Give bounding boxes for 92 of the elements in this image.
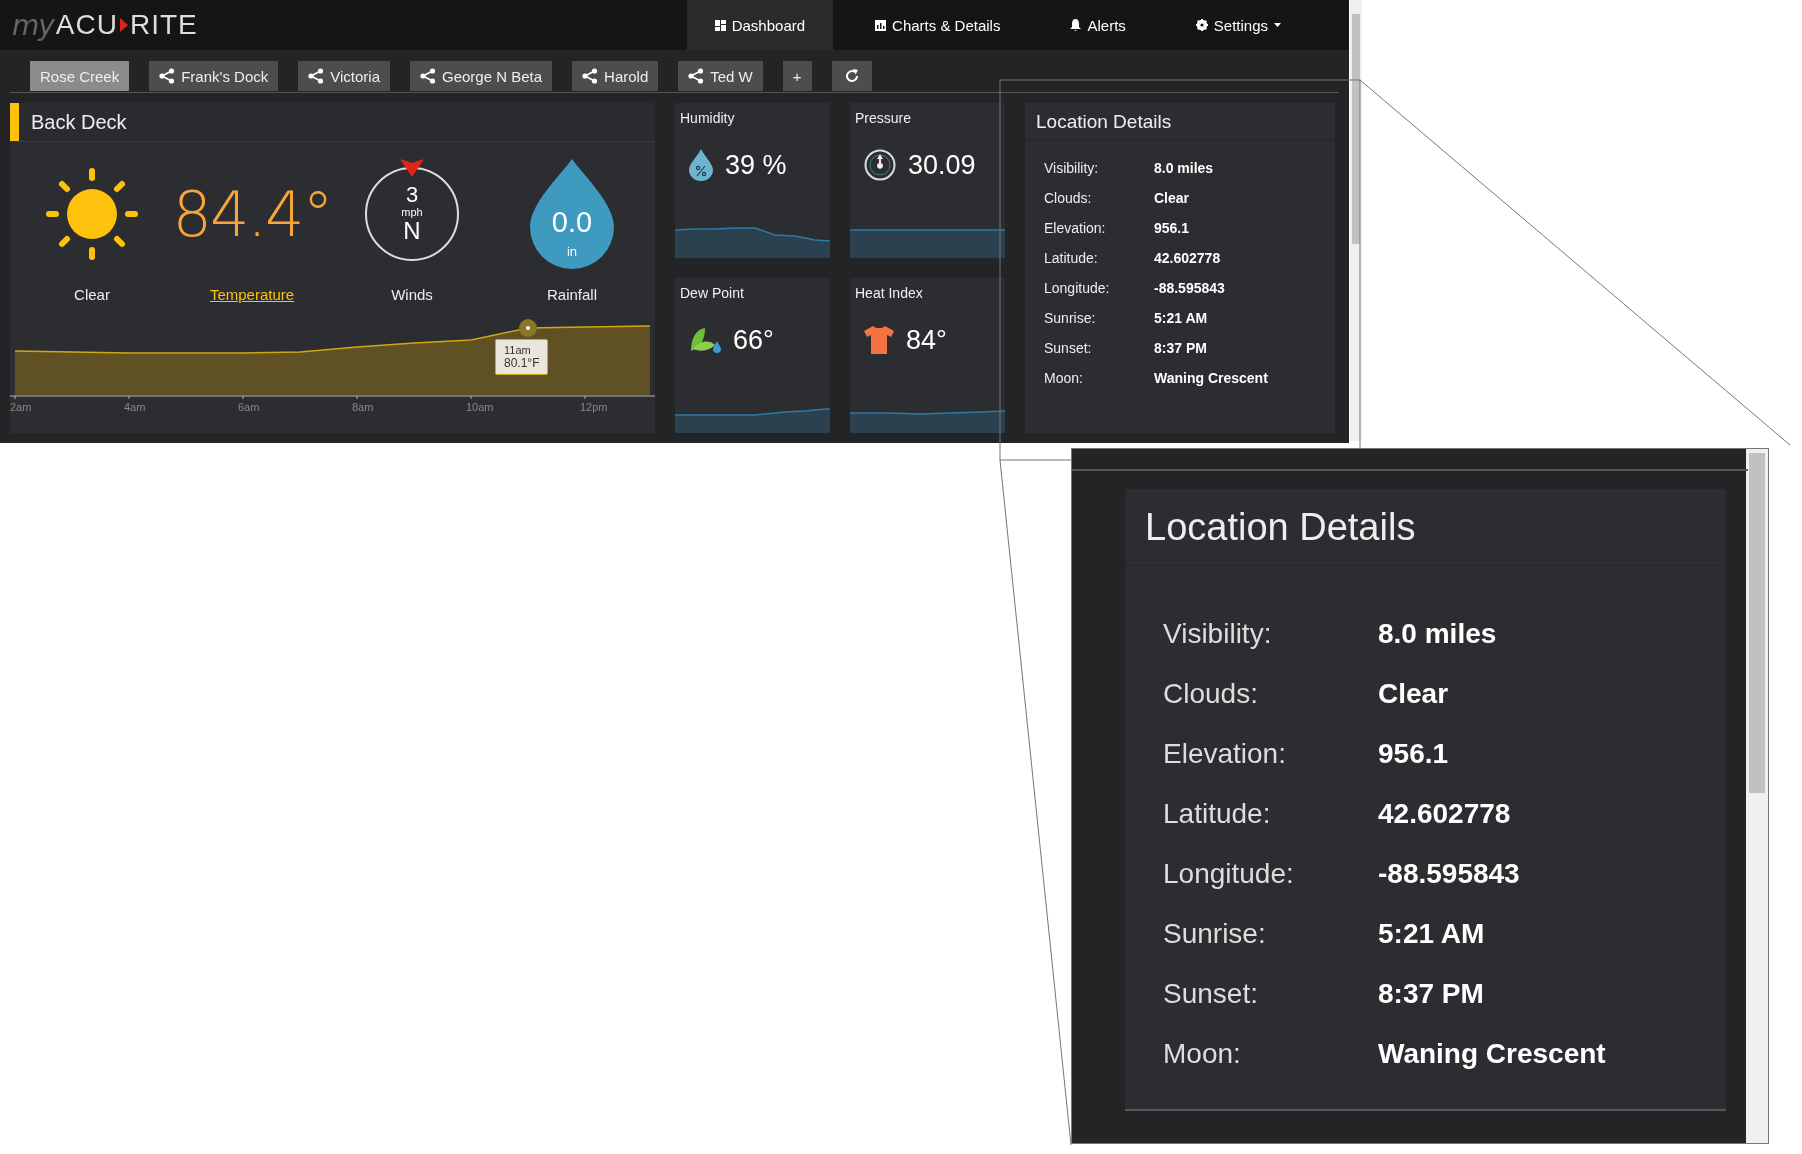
caret-icon bbox=[1274, 23, 1281, 27]
detail-value: 8.0 miles bbox=[1378, 618, 1497, 650]
detail-value: -88.595843 bbox=[1154, 280, 1225, 296]
detail-value: 5:21 AM bbox=[1154, 310, 1208, 326]
axis-label: 2am bbox=[10, 401, 32, 413]
temperature-reading: 84.4° bbox=[172, 177, 332, 251]
detail-value: 42.602778 bbox=[1378, 798, 1511, 830]
tile-title: Heat Index bbox=[854, 284, 924, 301]
detail-value: 8.0 miles bbox=[1154, 160, 1214, 176]
rainfall-unit: in bbox=[566, 244, 578, 259]
panel-title: Location Details bbox=[1145, 505, 1416, 549]
detail-value: 956.1 bbox=[1378, 738, 1449, 770]
detail-label: Sunrise: bbox=[1163, 918, 1267, 950]
detail-label: Moon: bbox=[1163, 1038, 1242, 1070]
nav-tab[interactable]: Alerts bbox=[1042, 0, 1154, 50]
share-icon bbox=[420, 68, 436, 84]
tile-title: Humidity bbox=[679, 109, 736, 126]
location-tab[interactable]: Frank's Dock bbox=[149, 61, 279, 91]
detail-label: Longitude: bbox=[1163, 858, 1295, 890]
axis-label: 10am bbox=[466, 401, 494, 413]
share-icon bbox=[308, 68, 325, 84]
leaf-drop-icon bbox=[689, 327, 721, 353]
tile-value: 30.09 bbox=[908, 149, 976, 181]
bell-icon bbox=[1070, 19, 1082, 31]
logo[interactable]: myACU RITE bbox=[0, 0, 198, 50]
share-icon bbox=[159, 68, 176, 84]
tile-value: 84° bbox=[906, 324, 947, 356]
location-tab[interactable]: Ted W bbox=[678, 61, 763, 91]
station-name: Back Deck bbox=[31, 110, 127, 134]
wind-speed: 3 bbox=[405, 184, 419, 206]
nav-tab[interactable]: Dashboard bbox=[686, 0, 834, 50]
tile-value: 39 % bbox=[725, 149, 787, 181]
axis-label: 6am bbox=[238, 401, 260, 413]
detail-label: Clouds: bbox=[1044, 190, 1093, 206]
temperature-link[interactable]: Temperature bbox=[209, 286, 295, 303]
settings-icon bbox=[1195, 19, 1208, 31]
winds-label: Winds bbox=[391, 286, 433, 303]
humidity-drop-icon bbox=[689, 149, 713, 181]
detail-value: Waning Crescent bbox=[1154, 370, 1268, 386]
detail-value: Waning Crescent bbox=[1378, 1038, 1606, 1070]
detail-label: Latitude: bbox=[1044, 250, 1099, 266]
detail-label: Moon: bbox=[1044, 370, 1084, 386]
tile-value: 66° bbox=[733, 324, 774, 356]
add-location-button[interactable]: + bbox=[782, 61, 812, 91]
detail-label: Latitude: bbox=[1163, 798, 1272, 830]
detail-value: 956.1 bbox=[1154, 220, 1190, 236]
axis-label: 12pm bbox=[580, 401, 608, 413]
share-icon bbox=[688, 68, 705, 84]
detail-label: Clouds: bbox=[1163, 678, 1259, 710]
tile-title: Pressure bbox=[854, 109, 913, 126]
detail-label: Elevation: bbox=[1044, 220, 1107, 236]
detail-label: Sunrise: bbox=[1044, 310, 1097, 326]
hover-marker bbox=[519, 319, 537, 337]
tooltip-value: 80.1°F bbox=[504, 356, 540, 370]
detail-label: Visibility: bbox=[1163, 618, 1273, 650]
nav-tab[interactable]: Settings bbox=[1167, 0, 1309, 50]
tile-title: Dew Point bbox=[679, 284, 745, 301]
detail-label: Sunset: bbox=[1044, 340, 1093, 356]
detail-label: Longitude: bbox=[1044, 280, 1111, 296]
wind-direction: N bbox=[403, 218, 421, 244]
detail-value: -88.595843 bbox=[1378, 858, 1520, 890]
location-tab[interactable]: Harold bbox=[572, 61, 659, 91]
detail-value: Clear bbox=[1378, 678, 1449, 710]
refresh-icon bbox=[843, 68, 860, 84]
gauge-icon bbox=[864, 149, 896, 181]
rainfall-reading: 0.0 bbox=[551, 206, 593, 238]
bar-chart-icon bbox=[875, 19, 887, 31]
location-tab[interactable]: George N Beta bbox=[410, 61, 553, 91]
detail-label: Elevation: bbox=[1163, 738, 1287, 770]
shirt-icon bbox=[864, 326, 894, 354]
detail-value: 8:37 PM bbox=[1154, 340, 1207, 356]
panel-title: Location Details bbox=[1036, 111, 1172, 133]
detail-value: 5:21 AM bbox=[1378, 918, 1485, 950]
detail-value: 8:37 PM bbox=[1378, 978, 1484, 1010]
detail-label: Visibility: bbox=[1044, 160, 1100, 176]
accent-bar bbox=[10, 103, 19, 141]
tooltip-time: 11am bbox=[504, 344, 532, 356]
axis-label: 4am bbox=[124, 401, 146, 413]
nav-tab[interactable]: Charts & Details bbox=[847, 0, 1029, 50]
sun-icon bbox=[46, 168, 138, 260]
rainfall-label: Rainfall bbox=[547, 286, 597, 303]
refresh-button[interactable] bbox=[831, 61, 872, 91]
share-icon bbox=[582, 68, 599, 84]
wind-unit: mph bbox=[401, 206, 423, 218]
detail-value: 42.602778 bbox=[1154, 250, 1221, 266]
detail-value: Clear bbox=[1154, 190, 1190, 206]
wind-pointer-icon bbox=[400, 159, 424, 177]
location-tab[interactable]: Victoria bbox=[298, 61, 390, 91]
condition-label: Clear bbox=[74, 286, 110, 303]
detail-label: Sunset: bbox=[1163, 978, 1259, 1010]
dashboard-icon bbox=[714, 19, 726, 31]
axis-label: 8am bbox=[352, 401, 374, 413]
